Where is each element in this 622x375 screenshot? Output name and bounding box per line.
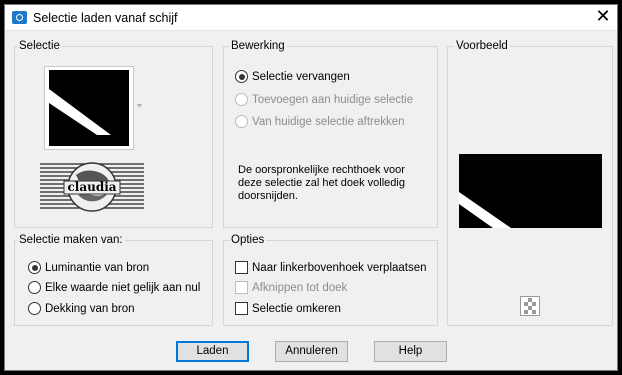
radio-toevoegen-aan-selectie[interactable]: Toevoegen aan huidige selectie	[235, 93, 413, 106]
claudia-watermark-image: claudia	[40, 161, 144, 214]
radio-selected-indicator	[235, 70, 248, 83]
radio-elke-waarde-niet-nul[interactable]: Elke waarde niet gelijk aan nul	[28, 281, 200, 294]
voorbeeld-group-label: Voorbeeld	[454, 40, 510, 52]
selection-preview-thumbnail[interactable]	[44, 66, 134, 150]
bewerking-group-label: Bewerking	[229, 40, 287, 52]
claudia-watermark-text: claudia	[67, 180, 117, 194]
checkbox-label: Afknippen tot doek	[252, 281, 348, 294]
radio-label: Toevoegen aan huidige selectie	[252, 93, 414, 106]
opties-group-label: Opties	[229, 234, 267, 246]
title-bar: Selectie laden vanaf schijf ✕	[5, 5, 617, 31]
dropdown-arrow-icon[interactable]	[137, 104, 142, 107]
checkbox-afknippen-tot-doek[interactable]: Afknippen tot doek	[235, 281, 347, 294]
radio-luminantie-van-bron[interactable]: Luminantie van bron	[28, 261, 149, 274]
cancel-button[interactable]: Annuleren	[275, 341, 348, 362]
window-title: Selectie laden vanaf schijf	[33, 11, 178, 25]
checkbox-selectie-omkeren[interactable]: Selectie omkeren	[235, 302, 341, 315]
close-button[interactable]: ✕	[593, 7, 613, 26]
radio-unselected-indicator	[28, 302, 41, 315]
radio-label: Dekking van bron	[45, 302, 135, 315]
load-button[interactable]: Laden	[176, 341, 249, 362]
radio-selected-indicator	[28, 261, 41, 274]
radio-unselected-indicator	[28, 281, 41, 294]
radio-disabled-indicator	[235, 93, 248, 106]
checkbox-box	[235, 302, 248, 315]
checkbox-label: Selectie omkeren	[252, 302, 341, 315]
selectie-group-label: Selectie	[17, 40, 62, 52]
radio-disabled-indicator	[235, 115, 248, 128]
checkbox-box	[235, 281, 248, 294]
selectie-maken-van-label: Selectie maken van:	[17, 234, 125, 246]
help-button[interactable]: Help	[374, 341, 447, 362]
radio-label: Van huidige selectie aftrekken	[252, 115, 405, 128]
camera-icon	[12, 11, 27, 24]
preview-image	[459, 154, 602, 228]
operation-description: De oorspronkelijke rechthoek voor deze s…	[238, 164, 405, 202]
radio-selectie-vervangen[interactable]: Selectie vervangen	[235, 70, 350, 83]
selection-shape-image	[49, 70, 129, 146]
checkbox-naar-linkerbovenhoek[interactable]: Naar linkerbovenhoek verplaatsen	[235, 261, 427, 274]
radio-label: Luminantie van bron	[45, 261, 150, 274]
radio-label: Selectie vervangen	[252, 70, 350, 83]
radio-dekking-van-bron[interactable]: Dekking van bron	[28, 302, 135, 315]
radio-label: Elke waarde niet gelijk aan nul	[45, 281, 201, 294]
checkbox-box	[235, 261, 248, 274]
checkerboard-icon[interactable]	[520, 296, 540, 316]
radio-van-selectie-aftrekken[interactable]: Van huidige selectie aftrekken	[235, 115, 405, 128]
checkbox-label: Naar linkerbovenhoek verplaatsen	[252, 261, 427, 274]
